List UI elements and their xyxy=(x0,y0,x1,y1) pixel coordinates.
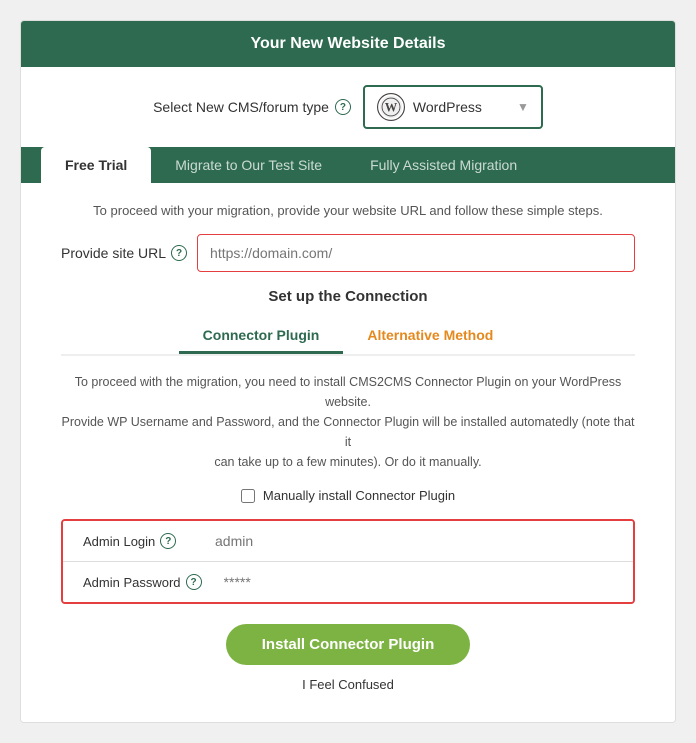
connection-title: Set up the Connection xyxy=(61,288,635,305)
main-container: Your New Website Details Select New CMS/… xyxy=(20,20,676,723)
admin-password-input[interactable] xyxy=(212,562,633,602)
admin-password-label: Admin Password ? xyxy=(63,562,212,602)
credentials-block: Admin Login ? Admin Password ? xyxy=(61,519,635,604)
content-area: To proceed with your migration, provide … xyxy=(21,183,675,722)
subtab-connector[interactable]: Connector Plugin xyxy=(179,319,344,354)
admin-login-label: Admin Login ? xyxy=(63,521,203,561)
cms-selected-value: WordPress xyxy=(413,99,509,115)
manual-install-label: Manually install Connector Plugin xyxy=(263,488,455,503)
tab-assisted[interactable]: Fully Assisted Migration xyxy=(346,147,541,183)
confused-link[interactable]: I Feel Confused xyxy=(61,677,635,692)
subtab-alternative[interactable]: Alternative Method xyxy=(343,319,517,354)
connection-subtabs: Connector Plugin Alternative Method xyxy=(61,319,635,356)
site-url-help-icon[interactable]: ? xyxy=(171,245,187,261)
tab-free-trial[interactable]: Free Trial xyxy=(41,147,151,183)
connector-description: To proceed with the migration, you need … xyxy=(61,372,635,472)
site-url-input[interactable] xyxy=(197,234,635,272)
page-header: Your New Website Details xyxy=(21,21,675,67)
manual-install-row: Manually install Connector Plugin xyxy=(61,488,635,503)
admin-login-input[interactable] xyxy=(203,521,633,561)
admin-password-row: Admin Password ? xyxy=(63,561,633,602)
page-title: Your New Website Details xyxy=(250,35,445,52)
cms-chevron-icon: ▼ xyxy=(517,100,529,114)
wordpress-icon: W xyxy=(377,93,405,121)
admin-login-help-icon[interactable]: ? xyxy=(160,533,176,549)
manual-install-checkbox[interactable] xyxy=(241,489,255,503)
cms-select-row: Select New CMS/forum type ? W WordPress … xyxy=(21,67,675,147)
site-url-row: Provide site URL ? xyxy=(61,234,635,272)
admin-login-row: Admin Login ? xyxy=(63,521,633,561)
main-tabs-bar: Free Trial Migrate to Our Test Site Full… xyxy=(21,147,675,183)
cms-dropdown[interactable]: W WordPress ▼ xyxy=(363,85,543,129)
cms-help-icon[interactable]: ? xyxy=(335,99,351,115)
install-connector-button[interactable]: Install Connector Plugin xyxy=(226,624,471,665)
site-url-label: Provide site URL ? xyxy=(61,245,187,261)
tab-migrate[interactable]: Migrate to Our Test Site xyxy=(151,147,346,183)
svg-text:W: W xyxy=(385,100,398,114)
admin-password-help-icon[interactable]: ? xyxy=(186,574,202,590)
cms-select-label: Select New CMS/forum type ? xyxy=(153,99,351,115)
instruction-text: To proceed with your migration, provide … xyxy=(61,203,635,218)
